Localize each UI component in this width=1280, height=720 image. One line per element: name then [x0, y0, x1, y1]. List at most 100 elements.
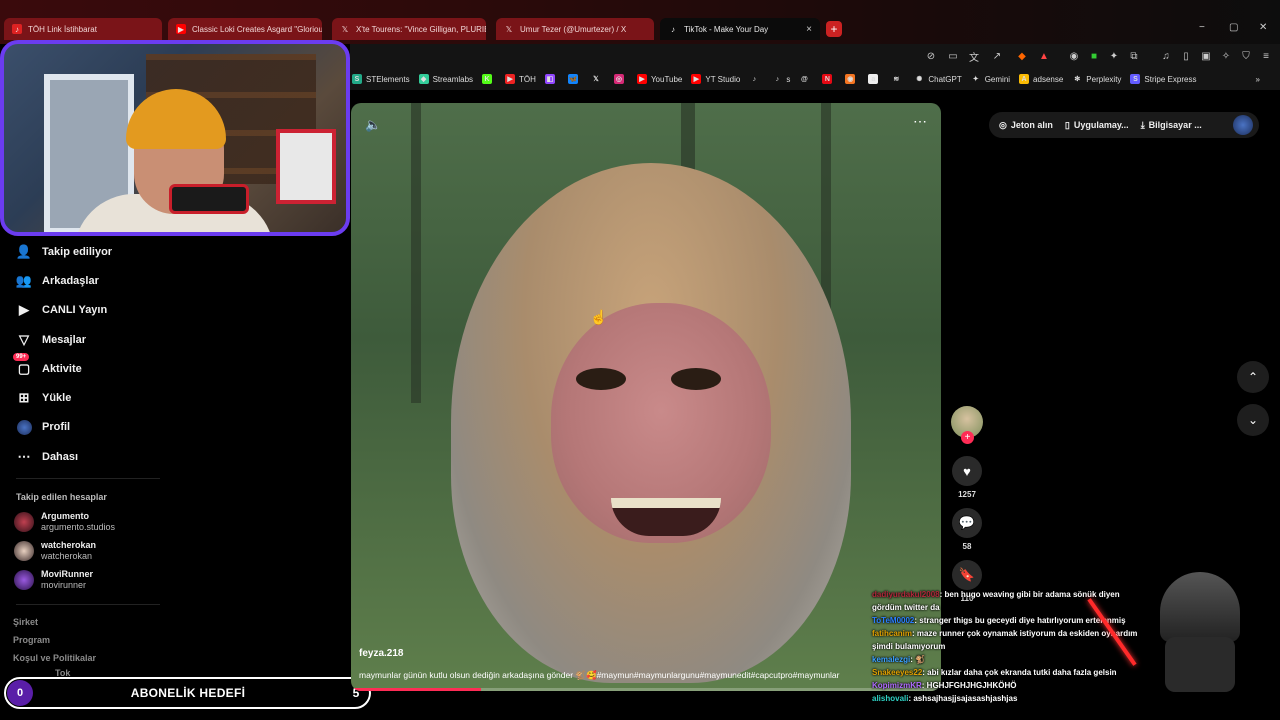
youtube-red-icon: ▶: [505, 74, 516, 84]
bookmark-item[interactable]: ✻ Perplexity: [1072, 74, 1121, 84]
bookmark-item[interactable]: K: [482, 74, 496, 84]
media-icon[interactable]: ♫: [1160, 50, 1172, 62]
brave-shield-icon[interactable]: ◆: [1016, 50, 1028, 62]
footer-link[interactable]: Şirket: [13, 617, 38, 627]
comment-icon[interactable]: 💬: [952, 508, 982, 538]
bookmark-item[interactable]: ♪ s: [772, 74, 791, 84]
bookmark-item[interactable]: S Stripe Express: [1130, 74, 1196, 84]
download-desktop-button[interactable]: ⤓ Bilgisayar ...: [1141, 120, 1202, 131]
sidebar-toggle-icon[interactable]: ▯: [1180, 50, 1192, 62]
ai-icon[interactable]: ✧: [1220, 50, 1232, 62]
bookmark-item[interactable]: ▶ YT Studio: [691, 74, 740, 84]
nav-activity[interactable]: ▢ 99+ Aktivite: [13, 353, 82, 377]
bookmarks-overflow-button[interactable]: »: [1256, 75, 1260, 84]
browser-tab[interactable]: ▶ Classic Loki Creates Asgard "Glorious: [168, 18, 322, 40]
account-handle: argumento.studios: [41, 522, 116, 532]
bookmark-item[interactable]: ♪: [749, 74, 763, 84]
video-author[interactable]: feyza.218: [359, 648, 403, 659]
microphone: [169, 184, 249, 214]
wallet-icon[interactable]: ▣: [1200, 50, 1212, 62]
heart-icon[interactable]: ♥: [952, 456, 982, 486]
background-tree: [411, 103, 421, 403]
nav-messages[interactable]: ▽ Mesajlar: [16, 332, 86, 348]
more-options-icon[interactable]: ⋯: [913, 113, 927, 130]
bookmark-icon[interactable]: 🔖: [952, 560, 982, 590]
bookmark-item[interactable]: ✦ Gemini: [971, 74, 1010, 84]
nav-label: Arkadaşlar: [42, 275, 99, 287]
nav-friends[interactable]: 👥 Arkadaşlar: [16, 273, 99, 289]
menu-icon[interactable]: ≡: [1260, 50, 1272, 62]
bookmark-item[interactable]: ◆ Streamlabs: [418, 74, 473, 84]
footer-link[interactable]: Program: [13, 635, 50, 645]
nav-following[interactable]: 👤 Takip ediliyor: [16, 244, 112, 260]
user-avatar[interactable]: [1233, 115, 1253, 135]
chatgpt-icon: ✺: [916, 76, 923, 83]
comment-action[interactable]: 💬 58: [952, 508, 982, 551]
rewards-icon[interactable]: ▲: [1038, 50, 1050, 62]
nav-more[interactable]: ⋯ Dahası: [16, 449, 79, 465]
bookmarks-bar: S STElements ◆ Streamlabs K ▶ TÖH ◧ 🦋 𝕏 ◎ ▶ YouTube ▶…: [350, 68, 1280, 90]
screenshot-icon[interactable]: ⧉: [1128, 50, 1140, 62]
extension-icon[interactable]: ◉: [1068, 50, 1080, 62]
puzzle-icon[interactable]: ✦: [1108, 50, 1120, 62]
st-icon: S: [352, 74, 362, 84]
previous-video-button[interactable]: ⌃: [1237, 361, 1269, 393]
next-video-button[interactable]: ⌄: [1237, 404, 1269, 436]
maximize-button[interactable]: ▢: [1229, 22, 1238, 33]
x-icon: 𝕏: [593, 76, 599, 83]
tiktok-header-actions: ◎ Jeton alın ▯ Uygulamay... ⤓ Bilgisayar ..…: [989, 112, 1259, 138]
like-action[interactable]: ♥ 1257: [952, 456, 982, 499]
bookmark-item[interactable]: ◎: [613, 74, 628, 84]
minimize-button[interactable]: −: [1199, 22, 1205, 33]
bookmark-label: s: [786, 74, 791, 84]
footer-link[interactable]: Koşul ve Politikalar: [13, 653, 96, 663]
bookmark-item[interactable]: ≋: [891, 74, 905, 84]
account-item[interactable]: MoviRunner movirunner: [14, 569, 93, 591]
new-tab-button[interactable]: +: [826, 21, 842, 37]
bookmark-item[interactable]: ▶ TÖH: [505, 74, 536, 84]
reader-icon[interactable]: ⊘: [925, 50, 937, 62]
bookmark-item[interactable]: @: [799, 74, 813, 84]
get-coins-button[interactable]: ◎ Jeton alın: [999, 120, 1053, 131]
bookmark-item[interactable]: ◧: [544, 74, 559, 84]
nav-label: Dahası: [42, 451, 79, 463]
chat-text: : HGHJFGHJHGJHKÖHÖ: [921, 681, 1017, 690]
vpn-icon[interactable]: ⛉: [1240, 50, 1252, 62]
browser-tab-active[interactable]: ♪ TikTok - Make Your Day ×: [660, 18, 820, 40]
screen-icon[interactable]: ▭: [947, 50, 959, 62]
share-icon[interactable]: ↗: [991, 50, 1003, 62]
video-player[interactable]: 🔈 ⋯ feyza.218 maymunlar günün kutlu olsu…: [351, 103, 941, 691]
notification-badge: 99+: [13, 353, 30, 361]
perplexity-icon: ✻: [1074, 76, 1081, 83]
bookmark-item[interactable]: 🦋: [567, 74, 582, 84]
account-item[interactable]: Argumento argumento.studios: [14, 511, 115, 533]
bookmark-item[interactable]: ◉: [845, 74, 859, 84]
close-window-button[interactable]: ✕: [1259, 22, 1267, 33]
streamlabs-icon: ◆: [418, 74, 429, 84]
account-item[interactable]: watcherokan watcherokan: [14, 540, 96, 562]
avatar: [14, 570, 34, 590]
bookmark-item[interactable]: S STElements: [352, 74, 410, 84]
follow-plus-button[interactable]: +: [961, 431, 974, 444]
bookmark-item[interactable]: Aadsense: [1019, 74, 1063, 84]
tab-label: TikTok - Make Your Day: [684, 24, 769, 34]
extension-icon[interactable]: ■: [1088, 50, 1100, 62]
browser-tab[interactable]: 𝕏 X'te Tourens: "Vince Gilligan, PLURIB: [332, 18, 486, 40]
webcam-background: [276, 129, 336, 204]
video-progress-bar[interactable]: [351, 688, 941, 691]
bookmark-item[interactable]: ✺ ChatGPT: [914, 74, 961, 84]
nav-live[interactable]: ▶ CANLI Yayın: [16, 302, 107, 318]
get-app-button[interactable]: ▯ Uygulamay...: [1065, 120, 1129, 131]
chat-username: kemalezgi: [872, 655, 911, 664]
nav-upload[interactable]: ⊞ Yükle: [16, 390, 72, 406]
browser-tab[interactable]: 𝕏 Umur Tezer (@Umurtezer) / X: [496, 18, 654, 40]
nav-profile[interactable]: Profil: [16, 419, 70, 435]
bookmark-item[interactable]: a: [868, 74, 882, 84]
close-tab-icon[interactable]: ×: [800, 24, 812, 35]
browser-tab[interactable]: ♪ TÖH Link İstihbarat: [4, 18, 162, 40]
translate-icon[interactable]: 文: [968, 50, 980, 64]
bookmark-item[interactable]: N: [822, 74, 836, 84]
bookmark-item[interactable]: ▶ YouTube: [636, 74, 682, 84]
bookmark-item[interactable]: 𝕏: [591, 74, 605, 84]
volume-icon[interactable]: 🔈: [365, 117, 381, 133]
